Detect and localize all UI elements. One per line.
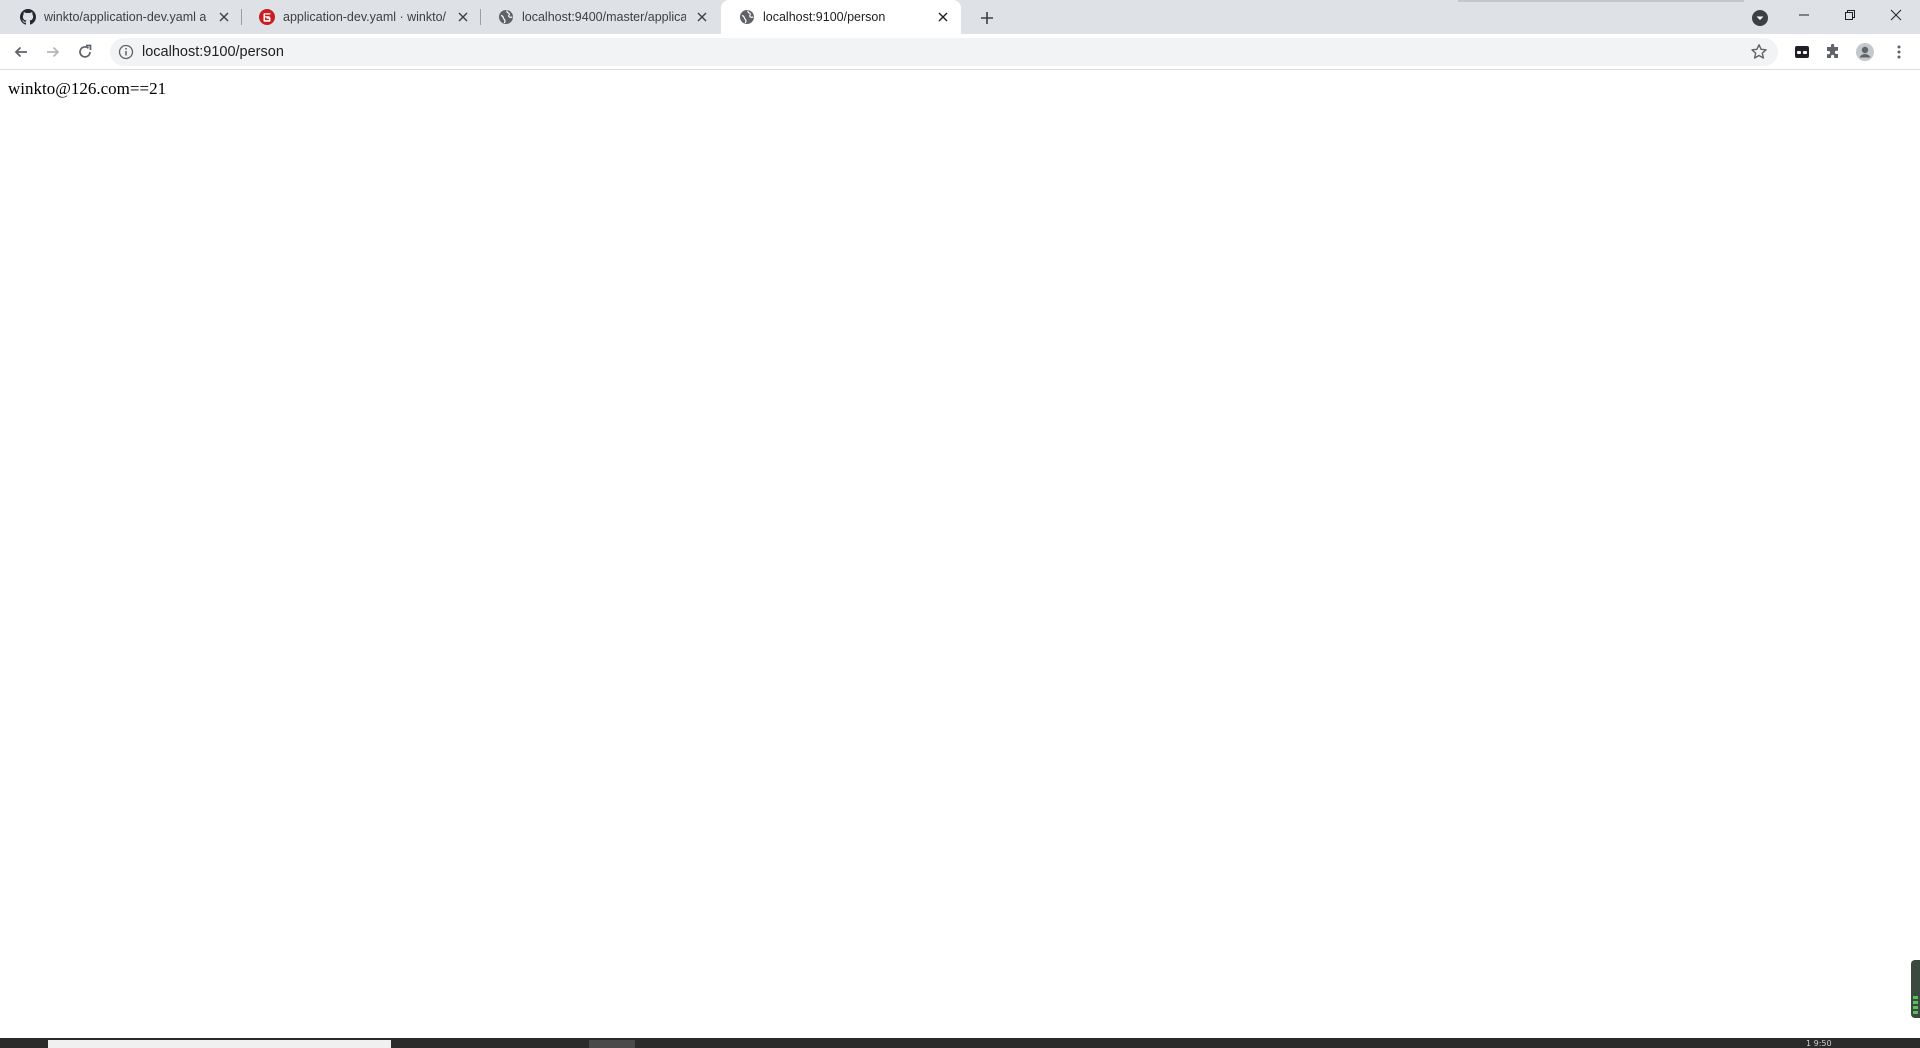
back-button[interactable] <box>8 39 34 65</box>
puzzle-icon <box>1827 43 1838 58</box>
globe-icon <box>498 9 514 25</box>
arrow-right-icon <box>47 46 60 58</box>
page-content: winkto@126.com==21 <box>0 71 1920 1037</box>
tab-localhost-9400[interactable]: localhost:9400/master/applica <box>480 0 720 34</box>
minimize-button[interactable] <box>1781 0 1827 30</box>
popup-edge <box>1458 0 1744 2</box>
taskbar-clock: 1 9:50 <box>1806 1039 1832 1048</box>
github-icon <box>20 9 36 25</box>
tab-strip: winkto/application-dev.yaml a applicatio… <box>0 0 1920 34</box>
close-icon <box>1890 9 1902 21</box>
toolbar <box>0 34 1920 70</box>
tab-close-icon[interactable] <box>692 7 712 27</box>
tab-close-icon[interactable] <box>214 7 234 27</box>
taskbar: 1 9:50 <box>0 1038 1920 1048</box>
restore-icon <box>1845 10 1855 20</box>
extensions-menu-button[interactable] <box>1823 42 1843 62</box>
bookmark-star-icon[interactable] <box>1750 43 1768 61</box>
reload-icon <box>79 44 92 58</box>
tab-close-icon[interactable] <box>933 7 953 27</box>
tab-title: application-dev.yaml · winkto/ <box>283 10 447 24</box>
tab-github[interactable]: winkto/application-dev.yaml a <box>2 0 242 34</box>
url-input[interactable] <box>142 44 1750 60</box>
extension-button[interactable] <box>1792 42 1812 62</box>
tab-title: localhost:9400/master/applica <box>522 10 686 24</box>
meter-bar <box>1913 1006 1918 1009</box>
tab-localhost-9100[interactable]: localhost:9100/person <box>721 0 961 34</box>
forward-button[interactable] <box>40 39 66 65</box>
meter-bar <box>1913 1001 1918 1004</box>
arrow-left-icon <box>14 46 27 58</box>
info-icon[interactable] <box>118 44 134 60</box>
more-vert-icon <box>1897 45 1901 59</box>
tab-search-button[interactable] <box>1750 8 1770 28</box>
avatar-icon <box>1856 43 1874 61</box>
taskbar-search-box[interactable] <box>48 1040 391 1048</box>
chrome-menu-button[interactable] <box>1889 42 1909 62</box>
plus-icon <box>981 12 993 24</box>
taskbar-app[interactable] <box>589 1040 635 1048</box>
close-window-button[interactable] <box>1873 0 1919 30</box>
address-bar[interactable] <box>110 38 1778 66</box>
gitee-icon <box>259 9 275 25</box>
incognito-extension-icon <box>1795 46 1809 58</box>
tab-close-icon[interactable] <box>453 7 473 27</box>
tab-gitee[interactable]: application-dev.yaml · winkto/ <box>241 0 481 34</box>
profile-button[interactable] <box>1855 42 1875 62</box>
side-meter-widget[interactable] <box>1911 960 1920 1018</box>
minimize-icon <box>1799 14 1809 16</box>
meter-bar <box>1913 996 1918 999</box>
meter-bar <box>1913 1011 1918 1014</box>
browser-window: winkto/application-dev.yaml a applicatio… <box>0 0 1920 1048</box>
globe-icon <box>739 9 755 25</box>
response-text: winkto@126.com==21 <box>8 79 167 98</box>
reload-button[interactable] <box>72 39 98 65</box>
new-tab-button[interactable] <box>976 7 998 29</box>
chevron-down-icon <box>1752 10 1768 26</box>
restore-button[interactable] <box>1827 0 1873 30</box>
tab-title: winkto/application-dev.yaml a <box>44 10 207 24</box>
tab-title: localhost:9100/person <box>763 10 886 24</box>
